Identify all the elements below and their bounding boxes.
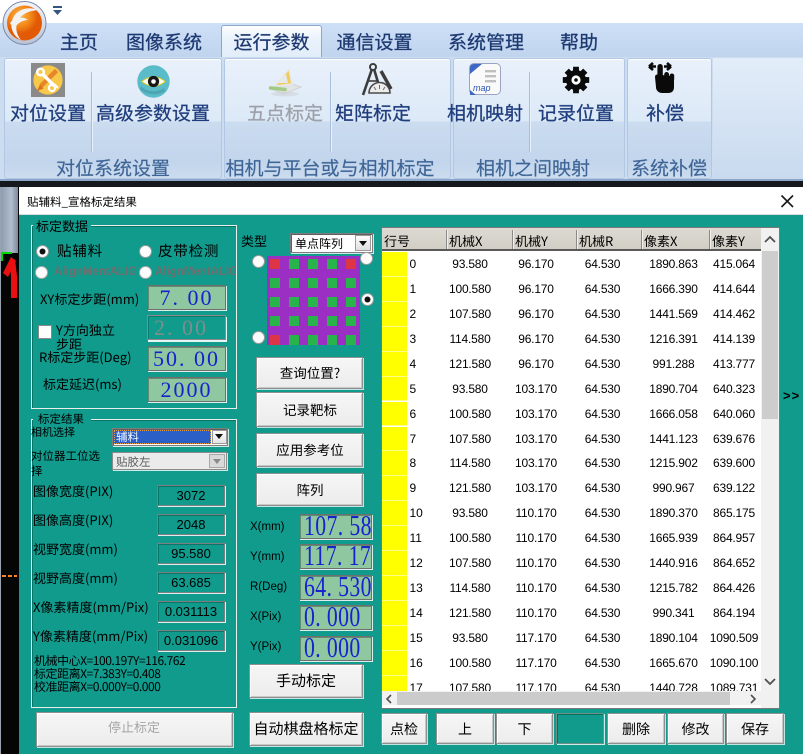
svg-text:map: map (473, 83, 491, 93)
